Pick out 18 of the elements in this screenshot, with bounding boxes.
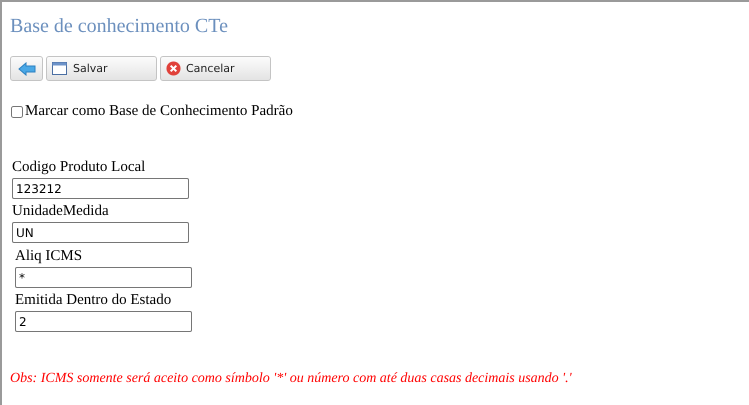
checkbox[interactable] [11,106,23,118]
input-field[interactable]: 123212 [12,178,189,199]
input-field[interactable]: 2 [15,311,192,332]
field-label: Codigo Produto Local [12,158,146,177]
back-button[interactable] [10,56,43,81]
input-field[interactable]: UN [12,222,189,243]
window-icon [52,62,68,76]
checkbox-label: Marcar como Base de Conhecimento Padrão [25,103,293,120]
field-label: Emitida Dentro do Estado [15,291,172,310]
back-arrow-icon [18,62,36,76]
input-field[interactable]: * [15,267,192,288]
cancel-button[interactable]: Cancelar [160,56,271,81]
page-title: Base de conhecimento CTe [10,14,229,38]
save-button[interactable]: Salvar [46,56,157,81]
cancel-icon [166,61,181,76]
note-text: Obs: ICMS somente será aceito como símbolo '*' ou número com até duas casas decimais usando '.' [10,371,573,387]
field-label: Aliq ICMS [15,247,84,266]
field-label: UnidadeMedida [12,202,110,221]
